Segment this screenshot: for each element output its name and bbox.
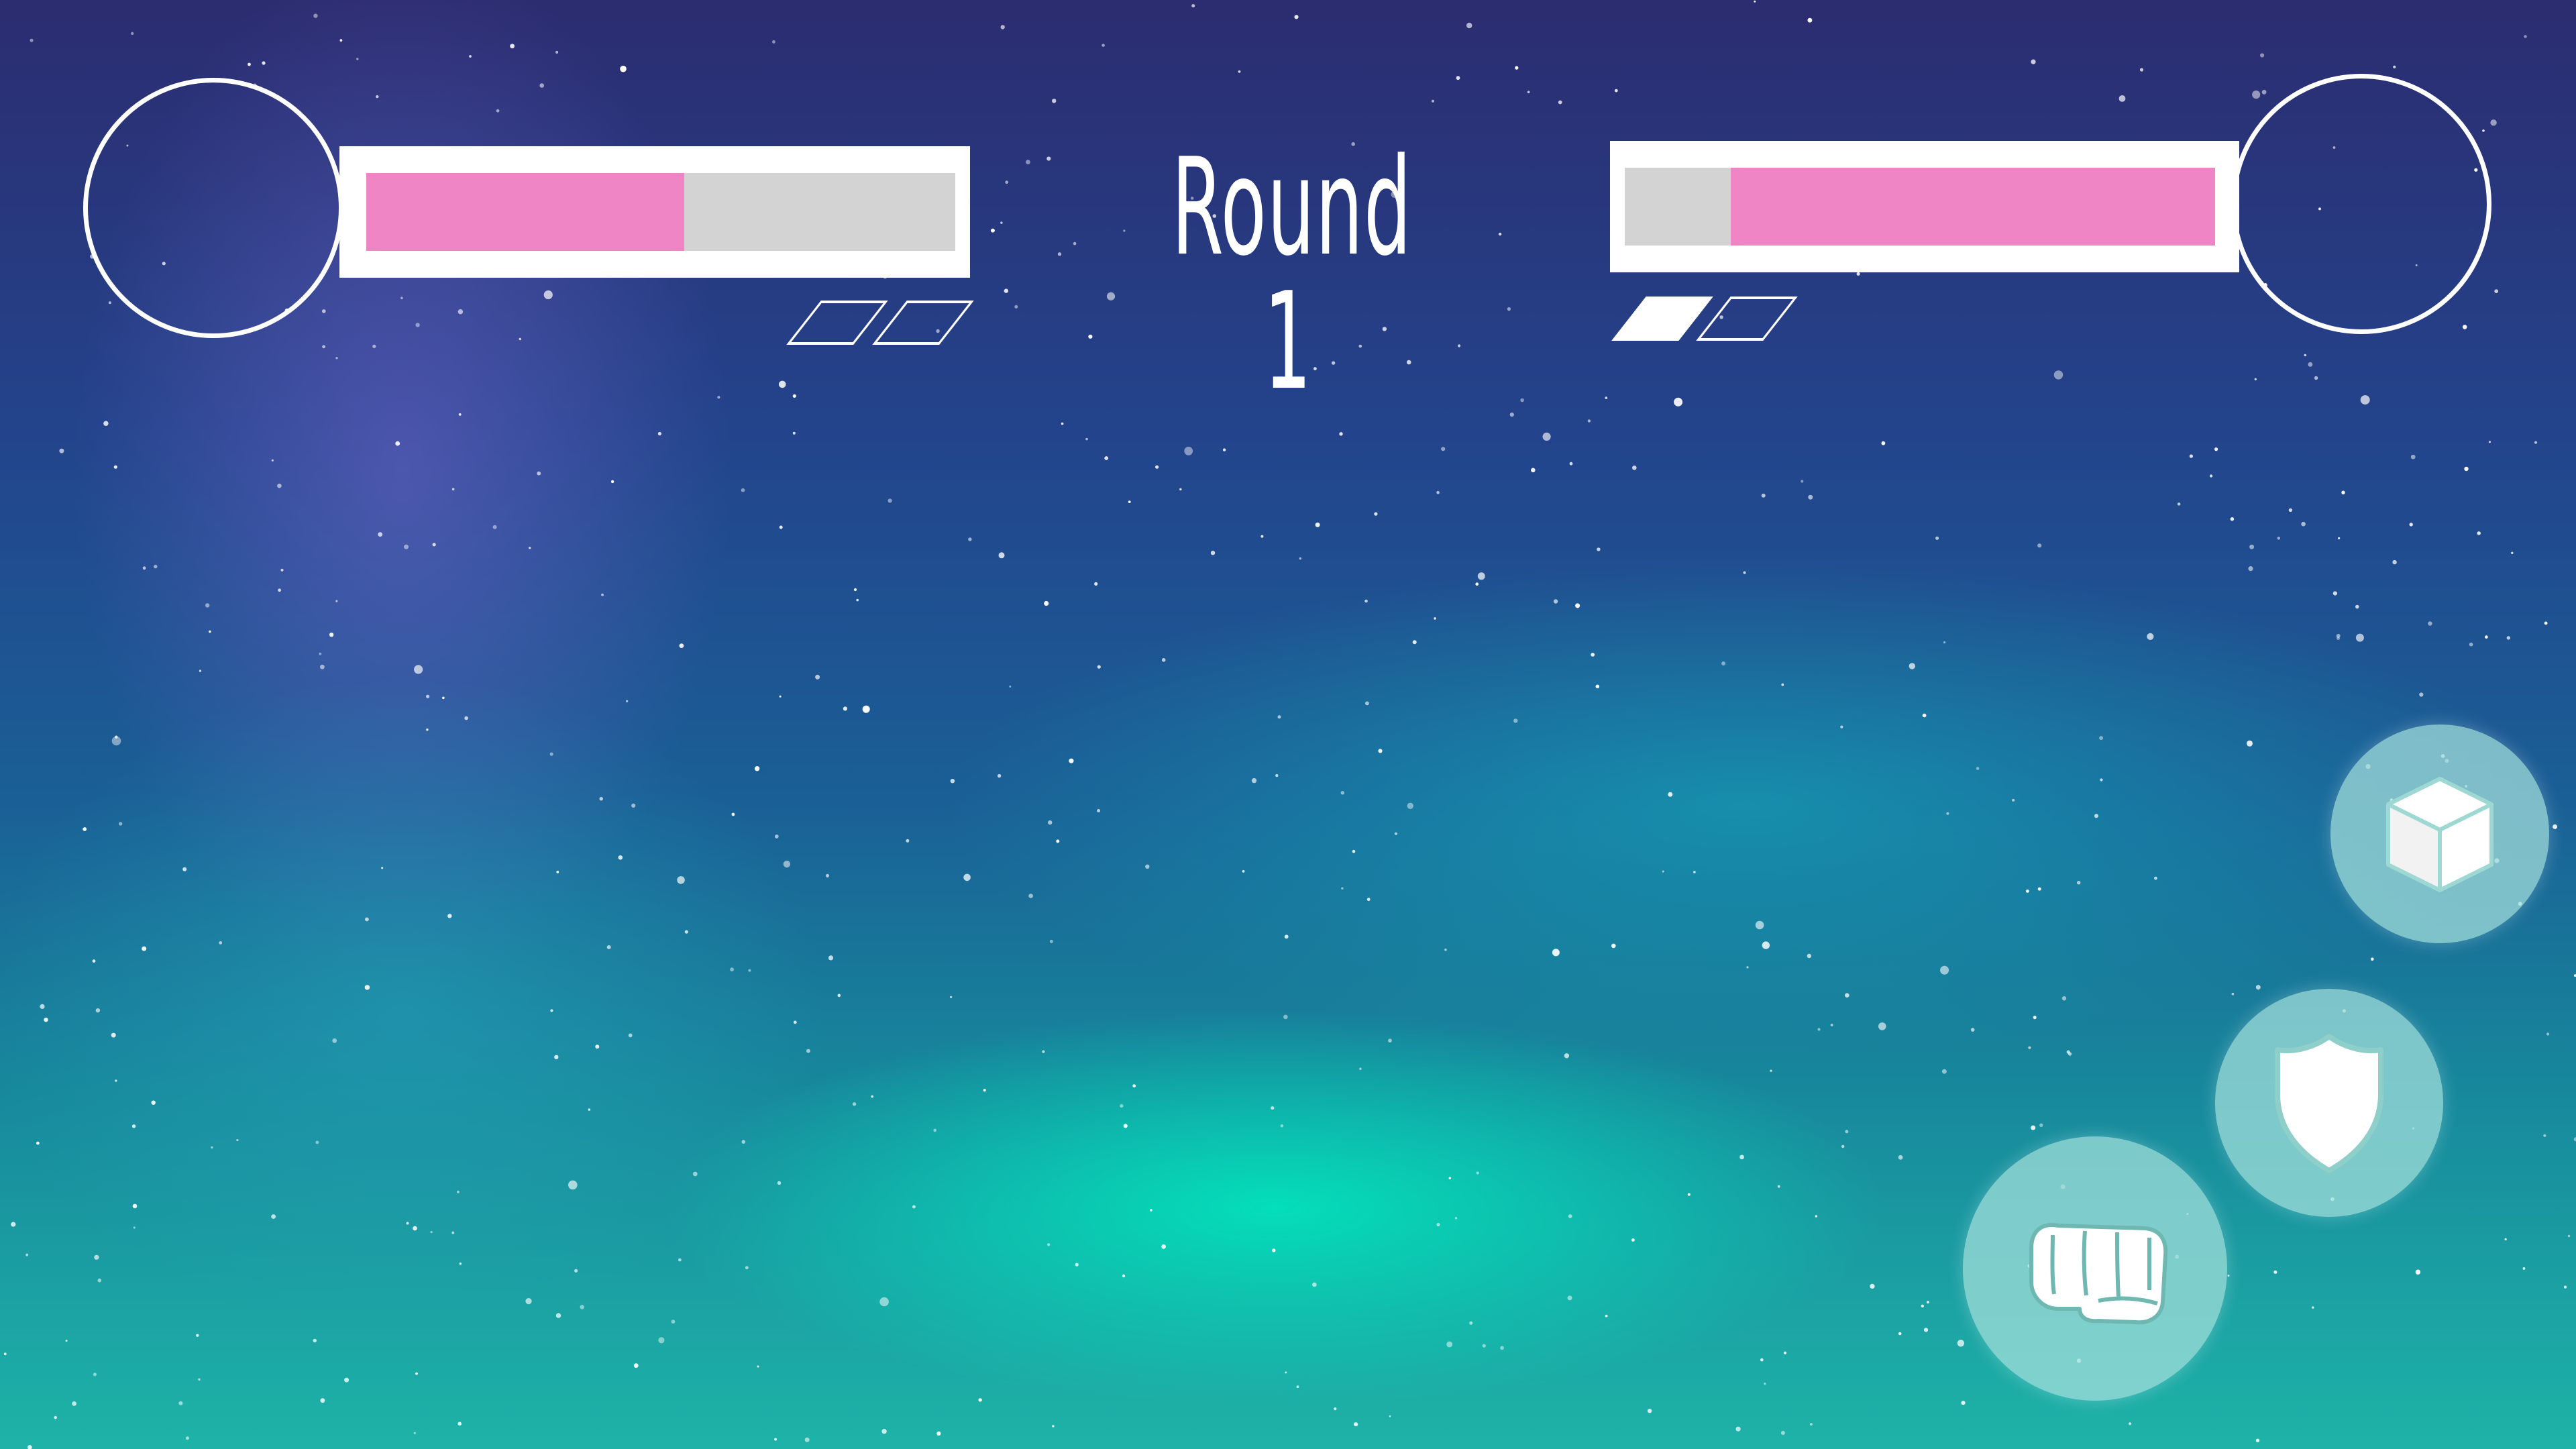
player1-portrait — [83, 78, 343, 338]
punch-button[interactable] — [1963, 1136, 2227, 1401]
player1-health-track — [366, 173, 955, 251]
shield-icon — [2275, 1034, 2383, 1173]
player2-health-bar — [1610, 141, 2239, 272]
fist-icon — [2029, 1223, 2168, 1325]
player1-health-fill — [366, 173, 685, 251]
cube-icon — [2386, 777, 2493, 892]
player2-portrait — [2231, 74, 2491, 334]
player2-health-fill — [1731, 168, 2215, 246]
round-title: Round 1 — [1171, 129, 1413, 420]
item-button[interactable] — [2330, 724, 2549, 943]
player2-health-track — [1625, 168, 2215, 246]
player1-health-bar — [339, 146, 970, 278]
block-button[interactable] — [2215, 989, 2443, 1217]
